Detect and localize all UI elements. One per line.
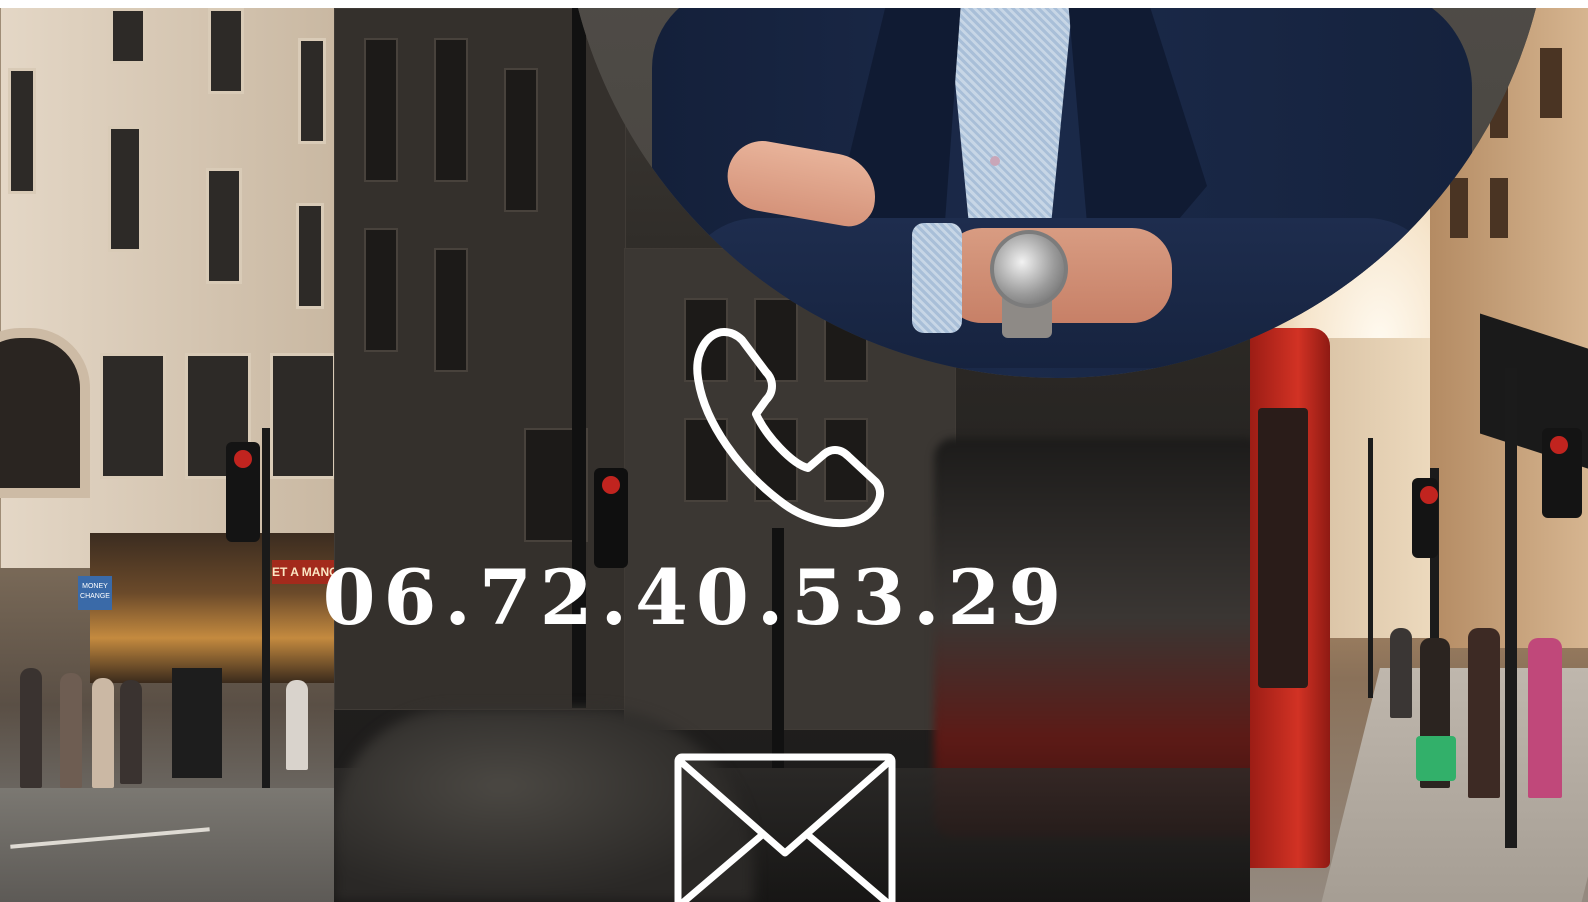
building-window <box>8 68 36 194</box>
building-window <box>110 8 146 64</box>
building-window <box>108 126 142 252</box>
building-window <box>364 228 398 352</box>
pedestrian <box>20 668 42 788</box>
pedestrian <box>1390 628 1412 718</box>
building-window <box>100 353 166 479</box>
pedestrian <box>1528 638 1562 798</box>
phone-number-text: 06.72.40.53.29 <box>322 553 1070 642</box>
building-window <box>270 353 334 479</box>
traffic-light <box>226 442 260 542</box>
pedestrian <box>286 680 308 770</box>
building-window <box>208 8 244 94</box>
building-arch <box>0 328 90 498</box>
traffic-light <box>1412 478 1438 558</box>
envelope-icon[interactable] <box>674 753 896 902</box>
building-window <box>434 248 468 372</box>
phone-handset-icon[interactable] <box>680 318 900 538</box>
street-bin <box>172 668 222 778</box>
phone-number[interactable]: 06.72.40.53.29 <box>0 560 1588 636</box>
shopping-bag <box>1416 736 1456 781</box>
shirt-cuff <box>912 223 962 333</box>
building-window <box>434 38 468 182</box>
pedestrian <box>1468 628 1500 798</box>
building-window <box>298 38 326 144</box>
pedestrian <box>92 678 114 788</box>
building-window <box>364 38 398 182</box>
building-window <box>504 68 538 212</box>
traffic-light <box>1542 428 1582 518</box>
pedestrian <box>120 680 142 784</box>
wristwatch <box>990 230 1068 308</box>
building-window <box>296 203 324 309</box>
building-window <box>206 168 242 284</box>
shirt-button <box>990 156 1000 166</box>
left-street-photo: ET A MANGER MONEY CHANGE <box>0 8 334 902</box>
pedestrian <box>60 673 82 788</box>
contact-card-scene: ET A MANGER MONEY CHANGE <box>0 8 1588 902</box>
